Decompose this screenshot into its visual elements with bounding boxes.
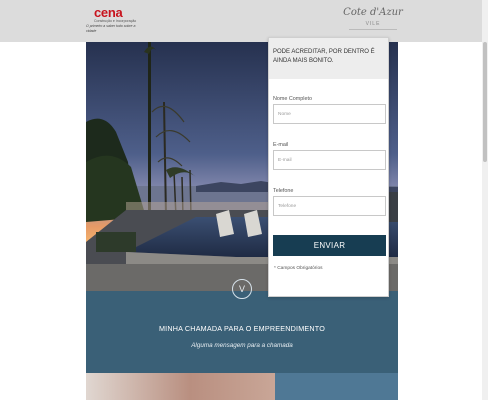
name-placeholder: Nome: [278, 112, 291, 117]
email-label: E-mail: [273, 142, 289, 148]
cta-band: V MINHA CHAMADA PARA O EMPREENDIMENTO Al…: [86, 279, 398, 373]
logo-subtitle: VILE: [365, 21, 381, 27]
interior-photo: [86, 373, 275, 400]
email-placeholder: E-mail: [278, 158, 292, 163]
cena-logo[interactable]: cena Construção e Incorporação O primeir…: [86, 6, 146, 34]
email-input[interactable]: E-mail: [273, 150, 386, 170]
page-scrollbar[interactable]: [482, 0, 488, 400]
contact-form: PODE ACREDITAR, POR DENTRO É AINDA MAIS …: [268, 37, 389, 297]
logo-tagline-2: O primeiro a saber tudo sobre a cidade: [86, 24, 136, 33]
submit-button[interactable]: ENVIAR: [273, 235, 386, 256]
form-heading: PODE ACREDITAR, POR DENTRO É AINDA MAIS …: [269, 38, 388, 79]
cote-dazur-logo[interactable]: Cote d'Azur VILE: [343, 7, 403, 35]
band-subtitle: Alguma mensagem para a chamada: [191, 342, 293, 349]
site-header: cena Construção e Incorporação O primeir…: [0, 0, 488, 42]
info-panel: [275, 373, 398, 400]
band-title: MINHA CHAMADA PARA O EMPREENDIMENTO: [158, 324, 326, 333]
page: cena Construção e Incorporação O primeir…: [0, 0, 488, 400]
required-fields-note: * Campos Obrigatórios: [274, 266, 323, 271]
phone-input[interactable]: Telefone: [273, 196, 386, 216]
scrollbar-thumb[interactable]: [483, 42, 487, 162]
logo-rule: [349, 29, 397, 30]
scroll-down-icon[interactable]: V: [232, 279, 252, 299]
logo-script: Cote d'Azur: [343, 7, 403, 18]
phone-label: Telefone: [273, 188, 294, 194]
name-label: Nome Completo: [273, 96, 312, 102]
phone-placeholder: Telefone: [278, 204, 297, 209]
name-input[interactable]: Nome: [273, 104, 386, 124]
logo-brand: cena: [94, 5, 123, 20]
